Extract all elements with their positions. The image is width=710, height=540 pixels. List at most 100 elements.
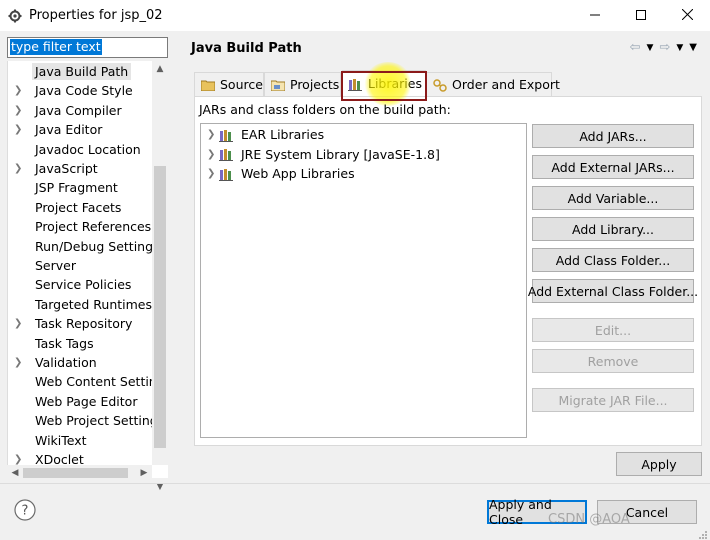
apply-button[interactable]: Apply bbox=[616, 452, 702, 476]
tree-item-label: WikiText bbox=[35, 432, 87, 448]
library-list[interactable]: ❯ EAR Libraries ❯ JRE System Library [JavaS… bbox=[200, 123, 527, 438]
tree-item[interactable]: ❯ Validation bbox=[8, 353, 100, 372]
tab-label: Source bbox=[220, 77, 263, 92]
tree-item-label: Run/Debug Settings bbox=[35, 238, 160, 254]
forward-arrow-icon[interactable]: ⇨ bbox=[659, 40, 670, 55]
tab-order-export[interactable]: Order and Export bbox=[426, 72, 560, 96]
tree-item[interactable]: Javadoc Location bbox=[8, 140, 144, 159]
scroll-down-icon[interactable]: ▼ bbox=[152, 479, 168, 495]
tree-item-label: Java Code Style bbox=[35, 83, 133, 99]
tree-item[interactable]: ❯ Java Code Style bbox=[8, 81, 136, 100]
tree-vertical-scrollbar[interactable]: ▲ ▼ bbox=[152, 61, 168, 492]
tree-item-label: Javadoc Location bbox=[35, 141, 141, 157]
library-item[interactable]: ❯ JRE System Library [JavaSE-1.8] bbox=[207, 145, 440, 164]
scroll-up-icon[interactable]: ▲ bbox=[152, 61, 168, 77]
tree-item[interactable]: Web Content Settings bbox=[8, 372, 168, 391]
tree-item[interactable]: Project References bbox=[8, 217, 154, 236]
title-bar: Properties for jsp_02 bbox=[0, 0, 710, 31]
tree-item-label: Web Page Editor bbox=[35, 393, 138, 409]
library-icon bbox=[219, 146, 237, 162]
tree-item[interactable]: Service Policies bbox=[8, 275, 134, 294]
tree-item-label: JSP Fragment bbox=[35, 180, 118, 196]
expand-arrow-icon[interactable]: ❯ bbox=[207, 149, 219, 160]
tree-item[interactable]: JSP Fragment bbox=[8, 178, 121, 197]
expand-arrow-icon[interactable]: ❯ bbox=[14, 454, 28, 465]
tree-horizontal-thumb[interactable] bbox=[23, 468, 128, 478]
library-icon bbox=[348, 76, 364, 92]
maximize-icon bbox=[636, 8, 646, 23]
maximize-button[interactable] bbox=[618, 0, 664, 31]
expand-arrow-icon[interactable]: ❯ bbox=[14, 105, 28, 116]
tree-item-label: Project References bbox=[35, 219, 152, 235]
scroll-right-icon[interactable]: ▶ bbox=[136, 465, 152, 481]
tab-label: Order and Export bbox=[452, 77, 560, 92]
back-menu-icon[interactable]: ▼ bbox=[647, 43, 654, 53]
view-menu-icon[interactable]: ▼ bbox=[689, 42, 697, 53]
tree-item[interactable]: Run/Debug Settings bbox=[8, 237, 163, 256]
help-icon[interactable]: ? bbox=[14, 499, 36, 521]
add-class-folder-button[interactable]: Add Class Folder... bbox=[532, 248, 694, 272]
filter-input[interactable]: type filter text bbox=[7, 37, 168, 58]
tree-item[interactable]: ❯ Java Compiler bbox=[8, 101, 125, 120]
expand-arrow-icon[interactable]: ❯ bbox=[14, 124, 28, 135]
tree-item-label: Java Compiler bbox=[35, 102, 122, 118]
tree-item-label: Web Content Settings bbox=[35, 374, 168, 390]
tree-item-label: Web Project Settings bbox=[35, 413, 165, 429]
library-icon bbox=[219, 166, 237, 182]
property-tree: Java Build Path ❯ Java Code Style ❯ Java Com… bbox=[7, 61, 168, 478]
tree-item[interactable]: ❯ JavaScript bbox=[8, 159, 101, 178]
add-external-jars-button[interactable]: Add External JARs... bbox=[532, 155, 694, 179]
order-export-icon bbox=[432, 77, 448, 93]
tree-item[interactable]: Targeted Runtimes bbox=[8, 295, 155, 314]
add-library-button[interactable]: Add Library... bbox=[532, 217, 694, 241]
expand-arrow-icon[interactable]: ❯ bbox=[14, 318, 28, 329]
tab-source[interactable]: Source bbox=[194, 72, 264, 96]
resize-grip-icon[interactable] bbox=[698, 528, 708, 539]
library-icon bbox=[219, 127, 237, 143]
tab-projects[interactable]: Projects bbox=[264, 72, 341, 96]
expand-arrow-icon[interactable]: ❯ bbox=[207, 168, 219, 179]
minimize-icon bbox=[590, 8, 600, 23]
tree-item[interactable]: Task Tags bbox=[8, 334, 97, 353]
tree-item-label: JavaScript bbox=[35, 161, 98, 176]
tree-item-label: Targeted Runtimes bbox=[35, 296, 152, 312]
migrate-jar-button[interactable]: Migrate JAR File... bbox=[532, 388, 694, 412]
library-label: JRE System Library [JavaSE-1.8] bbox=[241, 146, 440, 162]
tree-item[interactable]: WikiText bbox=[8, 431, 90, 450]
tab-libraries[interactable]: Libraries bbox=[342, 70, 426, 96]
scroll-left-icon[interactable]: ◀ bbox=[7, 465, 23, 481]
gear-icon bbox=[7, 8, 23, 24]
tree-item[interactable]: Project Facets bbox=[8, 198, 124, 217]
add-external-class-folder-button[interactable]: Add External Class Folder... bbox=[528, 279, 698, 303]
tree-item[interactable]: Web Project Settings bbox=[8, 411, 167, 430]
remove-button[interactable]: Remove bbox=[532, 349, 694, 373]
add-jars-button[interactable]: Add JARs... bbox=[532, 124, 694, 148]
tree-item-label: Validation bbox=[35, 355, 97, 370]
minimize-button[interactable] bbox=[572, 0, 618, 31]
expand-arrow-icon[interactable]: ❯ bbox=[14, 163, 28, 174]
library-label: EAR Libraries bbox=[241, 127, 325, 142]
tree-vertical-thumb[interactable] bbox=[154, 166, 166, 448]
watermark: CSDN @AOA bbox=[548, 512, 630, 527]
expand-arrow-icon[interactable]: ❯ bbox=[14, 357, 28, 368]
library-item[interactable]: ❯ Web App Libraries bbox=[207, 164, 355, 183]
library-item[interactable]: ❯ EAR Libraries bbox=[207, 125, 324, 144]
library-label: Web App Libraries bbox=[241, 166, 355, 181]
expand-arrow-icon[interactable]: ❯ bbox=[14, 85, 28, 96]
tree-item[interactable]: ❯ Java Editor bbox=[8, 120, 105, 139]
source-folder-icon bbox=[200, 77, 216, 93]
expand-arrow-icon[interactable]: ❯ bbox=[207, 129, 219, 140]
close-button[interactable] bbox=[664, 0, 710, 31]
tree-item[interactable]: Web Page Editor bbox=[8, 392, 140, 411]
tab-label: Libraries bbox=[368, 76, 422, 91]
back-arrow-icon[interactable]: ⇦ bbox=[630, 40, 641, 55]
tree-horizontal-scrollbar[interactable]: ◀ ▶ bbox=[7, 465, 152, 481]
add-variable-button[interactable]: Add Variable... bbox=[532, 186, 694, 210]
tree-item[interactable]: ❯ Task Repository bbox=[8, 314, 135, 333]
filter-text: type filter text bbox=[10, 39, 102, 55]
tree-item[interactable]: Server bbox=[8, 256, 79, 275]
projects-icon bbox=[270, 77, 286, 93]
tree-item[interactable]: Java Build Path bbox=[8, 62, 132, 81]
edit-button[interactable]: Edit... bbox=[532, 318, 694, 342]
forward-menu-icon[interactable]: ▼ bbox=[676, 43, 683, 53]
